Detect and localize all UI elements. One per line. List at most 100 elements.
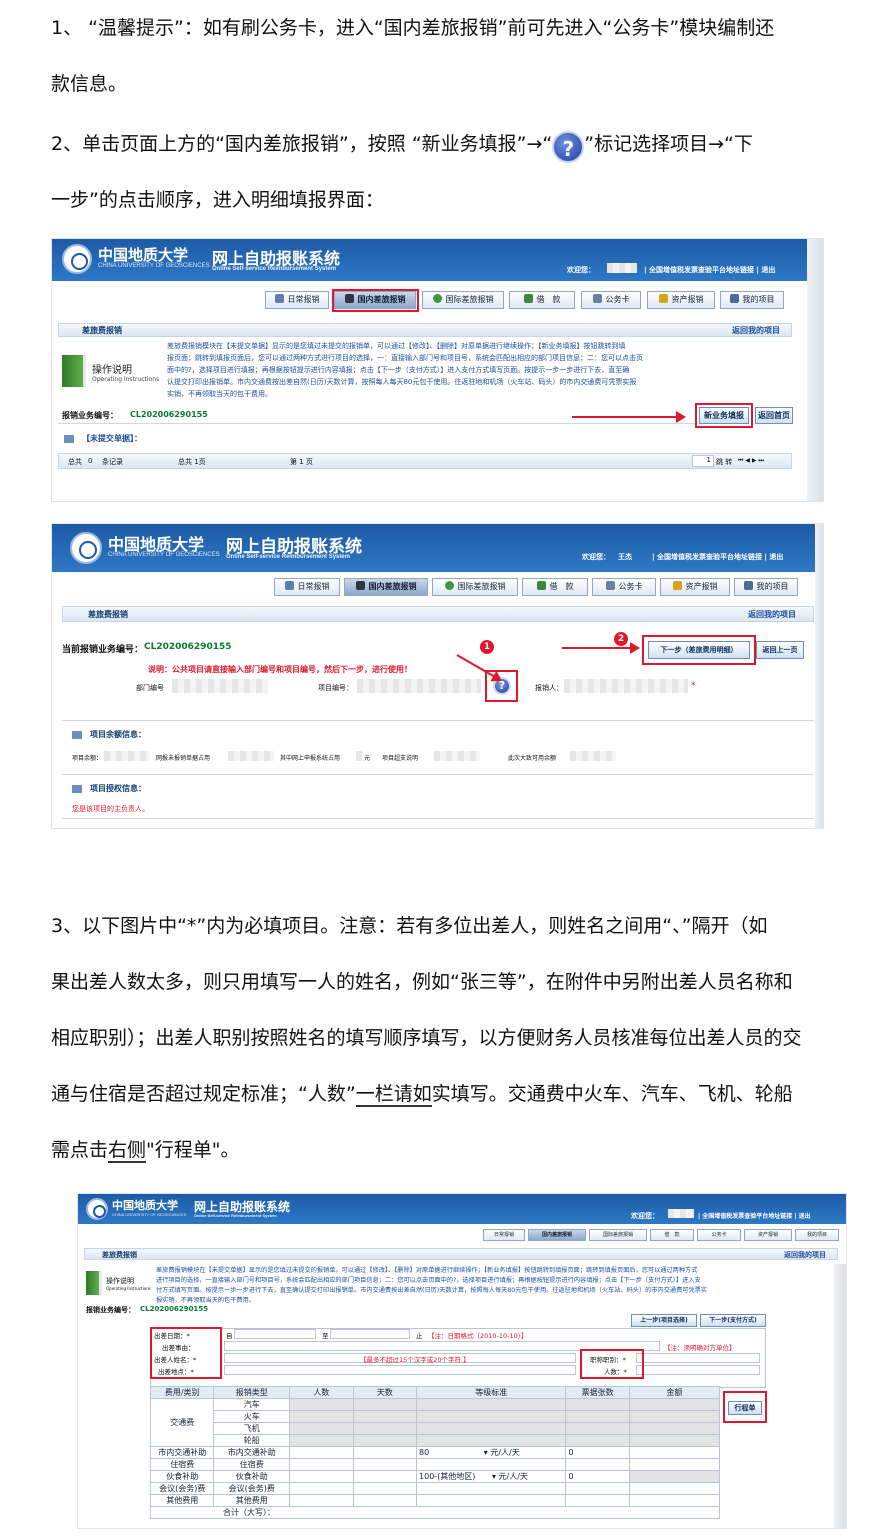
rank-input[interactable] bbox=[636, 1353, 760, 1363]
nav-asset[interactable]: 资产报销 bbox=[647, 291, 715, 309]
meal-receipts[interactable]: 0 bbox=[565, 1470, 630, 1483]
meal-amount bbox=[628, 1470, 721, 1483]
meal-people-input[interactable] bbox=[289, 1470, 354, 1483]
reporter-input[interactable] bbox=[564, 679, 688, 693]
instruction-line-a-3: 差旅费报销模块在【未提交单据】显示的是您填过未提交的报销单，可以通过【修改】、【… bbox=[156, 1267, 698, 1274]
page-input[interactable]: 1 bbox=[692, 455, 714, 467]
col-type: 报销类型 bbox=[213, 1386, 291, 1399]
list-icon bbox=[729, 294, 739, 303]
return-home-button[interactable]: 返回首页 bbox=[755, 407, 793, 424]
return-prev-button[interactable]: 返回上一页 bbox=[756, 641, 804, 659]
invoice-link-3[interactable]: | 全国增值税发票查验平台地址链接 | 退出 bbox=[698, 1211, 811, 1220]
city-days-input[interactable] bbox=[352, 1446, 418, 1459]
proj-no-input[interactable] bbox=[357, 679, 481, 693]
cell[interactable] bbox=[565, 1494, 630, 1507]
right-edge-strip bbox=[807, 239, 823, 501]
return-my-projects-link[interactable]: 返回我的项目 bbox=[732, 325, 780, 336]
cell bbox=[565, 1434, 630, 1447]
cell bbox=[352, 1410, 418, 1423]
nav-official-card[interactable]: 公务卡 bbox=[581, 291, 641, 309]
nav-my-projects[interactable]: 我的项目 bbox=[720, 291, 784, 309]
page-no: 第 1 页 bbox=[290, 458, 313, 466]
nav-domestic-travel-2[interactable]: 国内差旅报销 bbox=[344, 578, 428, 596]
meal-days-input[interactable] bbox=[352, 1470, 418, 1483]
cell[interactable] bbox=[565, 1458, 630, 1471]
section-title: 差旅费报销 bbox=[82, 326, 122, 335]
date-to-input[interactable] bbox=[330, 1329, 410, 1339]
nav-international-travel[interactable]: 国际差旅报销 bbox=[422, 291, 504, 309]
nav-daily-3[interactable]: 日常报销 bbox=[483, 1229, 525, 1241]
nav-asset-3[interactable]: 资产报销 bbox=[744, 1229, 792, 1241]
cell[interactable] bbox=[565, 1482, 630, 1495]
screenshot-1: 中国地质大学 CHINA UNIVERSITY OF GEOSCIENCES 网… bbox=[51, 238, 824, 502]
p3-line2: 果出差人数太多，则只用填写一人的姓名，例如“张三等”，在附件中另附出差人员名称和 bbox=[51, 971, 793, 993]
cell[interactable] bbox=[416, 1458, 567, 1471]
nav-official-card-2[interactable]: 公务卡 bbox=[592, 578, 656, 596]
cell bbox=[628, 1482, 721, 1495]
instruction-line-e: 实销，不再领取当天的包干费用。 bbox=[167, 390, 272, 398]
nav-official-card-3[interactable]: 公务卡 bbox=[697, 1229, 741, 1241]
nav-daily-2[interactable]: 日常报销 bbox=[274, 578, 340, 596]
cell[interactable] bbox=[352, 1458, 418, 1471]
meeting-type: 会议(会务)费 bbox=[213, 1482, 291, 1495]
cell bbox=[565, 1422, 630, 1435]
system-subtitle-2: Online Self-service Reimbursement System bbox=[226, 554, 351, 560]
pager-arrows[interactable]: ⏮ ◀ ▶ ⏭ bbox=[738, 457, 764, 465]
university-name-en: CHINA UNIVERSITY OF GEOSCIENCES bbox=[98, 263, 210, 269]
p3-line5-b: 右侧 bbox=[108, 1139, 147, 1163]
nav-daily[interactable]: 日常报销 bbox=[265, 291, 329, 309]
cell[interactable] bbox=[416, 1482, 567, 1495]
place-input[interactable] bbox=[224, 1365, 576, 1375]
cell bbox=[416, 1422, 567, 1435]
meal-standard-select[interactable]: 100-(其他地区) ▾ 元/人/天 bbox=[416, 1470, 567, 1483]
dept-no-input[interactable] bbox=[172, 679, 268, 693]
date-until: 止 bbox=[416, 1332, 423, 1340]
nav-international-travel-3[interactable]: 国际差旅报销 bbox=[589, 1229, 647, 1241]
date-from-input[interactable] bbox=[234, 1329, 316, 1339]
cell[interactable] bbox=[352, 1494, 418, 1507]
next-payment-button[interactable]: 下一步(支付方式) bbox=[700, 1314, 766, 1327]
p3-line5-a: 需点击 bbox=[51, 1139, 109, 1161]
jump-button[interactable]: 跳 转 bbox=[716, 457, 732, 467]
cell bbox=[289, 1410, 354, 1423]
welcome-text-2: 欢迎您： bbox=[582, 553, 610, 561]
cell[interactable] bbox=[289, 1458, 354, 1471]
nav-asset-2[interactable]: 资产报销 bbox=[660, 578, 730, 596]
nav-domestic-travel-3[interactable]: 国内差旅报销 bbox=[528, 1229, 586, 1241]
cell bbox=[628, 1494, 721, 1507]
train-icon-2 bbox=[355, 581, 365, 590]
prev-project-select-button[interactable]: 上一步(项目选择) bbox=[631, 1314, 697, 1327]
table-row: 其他费用 其他费用 bbox=[149, 1494, 721, 1507]
table-row: 火车 bbox=[151, 1410, 721, 1423]
nav-international-travel-2[interactable]: 国际差旅报销 bbox=[432, 578, 518, 596]
count-input[interactable] bbox=[636, 1365, 760, 1375]
cell[interactable] bbox=[289, 1494, 354, 1507]
nav-loan-2[interactable]: 借 款 bbox=[522, 578, 588, 596]
section-title-3: 差旅费报销 bbox=[102, 1251, 137, 1259]
system-header-2: 中国地质大学 CHINA UNIVERSITY OF GEOSCIENCES 网… bbox=[52, 524, 823, 572]
date-to: 至 bbox=[322, 1332, 329, 1340]
return-my-projects-link-2[interactable]: 返回我的项目 bbox=[748, 609, 796, 620]
city-people-input[interactable] bbox=[289, 1446, 354, 1459]
invoice-link-2[interactable]: | 全国增值税发票查验平台地址链接 | 退出 bbox=[652, 552, 783, 562]
return-my-projects-link-3[interactable]: 返回我的项目 bbox=[784, 1250, 826, 1260]
nav-my-projects-3[interactable]: 我的项目 bbox=[795, 1229, 839, 1241]
nav-loan[interactable]: 借 款 bbox=[509, 291, 575, 309]
p3-line5: 需点击右侧"行程单"。 bbox=[51, 1122, 841, 1178]
cell bbox=[416, 1398, 567, 1411]
cell[interactable] bbox=[289, 1482, 354, 1495]
highlight-next-button bbox=[642, 635, 756, 665]
cell[interactable] bbox=[416, 1494, 567, 1507]
city-receipts[interactable]: 0 bbox=[565, 1446, 630, 1459]
cell bbox=[565, 1410, 630, 1423]
nav-loan-3[interactable]: 借 款 bbox=[650, 1229, 694, 1241]
p2-line1: 2、单击页面上方的“国内差旅报销”，按照 “新业务填报”→“? ”标记选择项目→“… bbox=[51, 116, 841, 172]
nav-my-projects-2[interactable]: 我的项目 bbox=[734, 578, 798, 596]
city-standard-select[interactable]: 80 ▾ 元/人/天 bbox=[416, 1446, 567, 1459]
cell[interactable] bbox=[352, 1482, 418, 1495]
highlight-rank-count bbox=[580, 1349, 644, 1379]
university-logo-icon-2 bbox=[70, 532, 102, 564]
cell bbox=[416, 1410, 567, 1423]
p3-line5-c: "行程单"。 bbox=[146, 1139, 240, 1161]
invoice-link[interactable]: | 全国增值税发票查验平台地址链接 | 退出 bbox=[644, 265, 775, 275]
